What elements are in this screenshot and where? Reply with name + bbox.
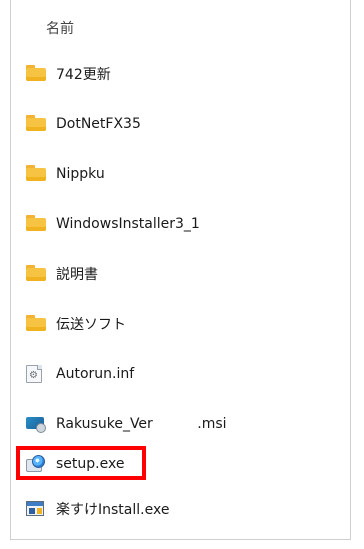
file-name: Nippku bbox=[56, 166, 105, 182]
file-item-folder-transfer-software[interactable]: 伝送ソフト bbox=[26, 310, 126, 338]
installer-package-icon bbox=[26, 415, 46, 433]
highlight-box-setup bbox=[16, 446, 146, 480]
file-name: Rakusuke_Ver .msi bbox=[56, 416, 227, 432]
file-name: 伝送ソフト bbox=[56, 317, 126, 333]
file-item-folder-nippku[interactable]: Nippku bbox=[26, 160, 105, 188]
file-item-folder-windowsinstaller[interactable]: WindowsInstaller3_1 bbox=[26, 210, 200, 238]
folder-icon bbox=[26, 315, 46, 333]
file-item-autorun-inf[interactable]: ⚙ Autorun.inf bbox=[26, 360, 134, 388]
file-name: WindowsInstaller3_1 bbox=[56, 216, 200, 232]
folder-icon bbox=[26, 265, 46, 283]
file-item-folder-manual[interactable]: 説明書 bbox=[26, 260, 98, 288]
file-item-folder-dotnetfx35[interactable]: DotNetFX35 bbox=[26, 110, 141, 138]
file-name: Autorun.inf bbox=[56, 366, 135, 382]
file-name: DotNetFX35 bbox=[56, 116, 141, 132]
file-item-rakusuke-install-exe[interactable]: 楽すけInstall.exe bbox=[26, 495, 169, 523]
file-item-folder-742[interactable]: 742更新 bbox=[26, 60, 111, 88]
file-name: 楽すけInstall.exe bbox=[56, 502, 170, 518]
file-name: 説明書 bbox=[56, 267, 98, 283]
settings-file-icon: ⚙ bbox=[26, 365, 46, 383]
folder-icon bbox=[26, 65, 46, 83]
folder-icon bbox=[26, 215, 46, 233]
application-icon bbox=[26, 500, 46, 518]
folder-icon bbox=[26, 165, 46, 183]
file-item-rakusuke-msi[interactable]: Rakusuke_Ver .msi bbox=[26, 410, 227, 438]
folder-icon bbox=[26, 115, 46, 133]
file-name: 742更新 bbox=[56, 67, 111, 83]
